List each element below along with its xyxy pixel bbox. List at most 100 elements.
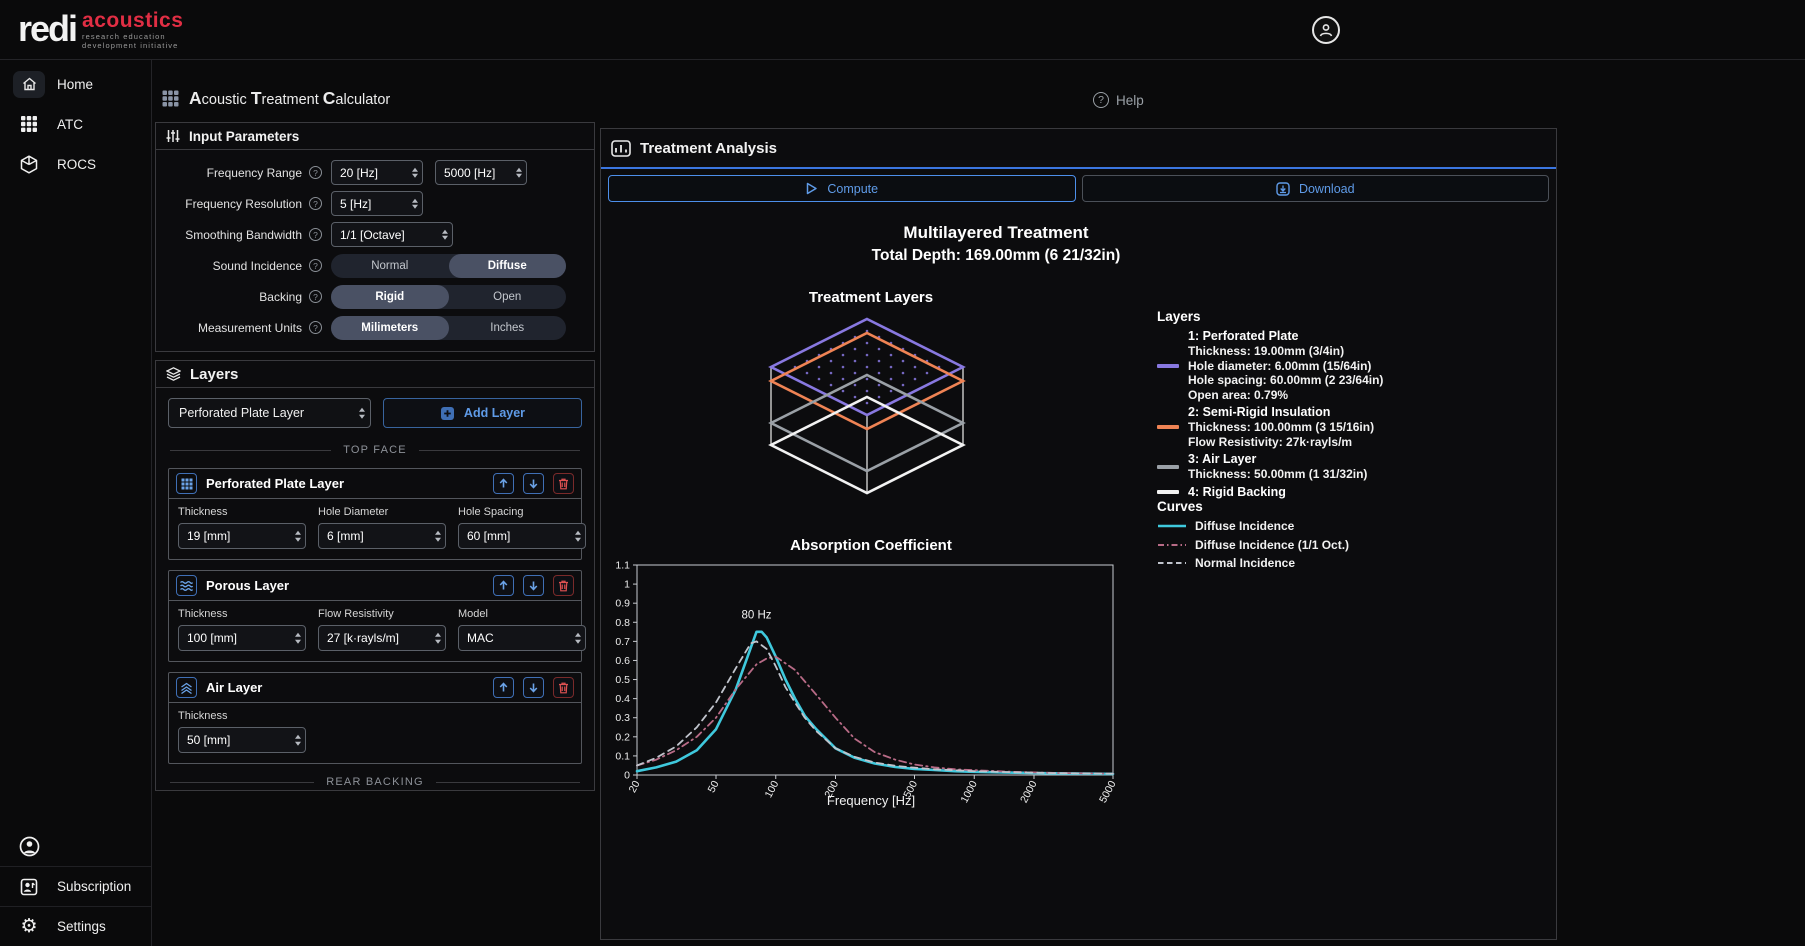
sidebar-item-home[interactable]: Home xyxy=(0,64,151,104)
thickness-input[interactable] xyxy=(178,727,306,753)
help-circle-icon[interactable]: ? xyxy=(309,228,322,241)
toggle-option-normal[interactable]: Normal xyxy=(331,254,449,278)
layer-card-perforated-plate: Perforated Plate Layer Thickness Hole Di… xyxy=(168,468,582,560)
sidebar-item-label: Subscription xyxy=(57,879,131,894)
svg-text:0.6: 0.6 xyxy=(615,655,630,667)
layer-color-swatch xyxy=(1157,425,1179,429)
layer-type-select[interactable]: Perforated Plate Layer xyxy=(168,398,371,428)
toggle-option-inches[interactable]: Inches xyxy=(449,316,567,340)
delete-layer-button[interactable] xyxy=(553,677,574,698)
compute-button[interactable]: Compute xyxy=(608,175,1076,202)
thickness-input[interactable] xyxy=(178,625,306,651)
field-label: Model xyxy=(458,608,586,620)
user-icon xyxy=(1318,22,1334,38)
frequency-max-input[interactable] xyxy=(435,160,527,185)
flow-resistivity-value[interactable] xyxy=(318,625,446,651)
add-layer-button[interactable]: Add Layer xyxy=(383,398,582,428)
treatment-analysis-panel: Treatment Analysis Compute Download Mult… xyxy=(600,128,1557,940)
help-circle-icon[interactable]: ? xyxy=(309,197,322,210)
hole-diameter-input[interactable] xyxy=(318,523,446,549)
model-select[interactable] xyxy=(458,625,586,651)
select-chevrons-icon[interactable] xyxy=(575,633,581,644)
sidebar-item-subscription[interactable]: Subscription xyxy=(0,866,151,906)
stepper-arrows[interactable] xyxy=(295,735,301,746)
redi-acoustics-logo[interactable]: redi acoustics research education develo… xyxy=(18,8,183,50)
smoothing-bandwidth-value[interactable] xyxy=(331,222,453,247)
move-layer-down-button[interactable] xyxy=(523,677,544,698)
move-layer-up-button[interactable] xyxy=(493,575,514,596)
home-icon xyxy=(13,71,45,98)
toggle-option-milimeters[interactable]: Milimeters xyxy=(331,316,449,340)
move-layer-down-button[interactable] xyxy=(523,575,544,596)
layer-color-swatch xyxy=(1157,490,1179,494)
thickness-input[interactable] xyxy=(178,523,306,549)
model-field: Model xyxy=(458,608,586,651)
frequency-max-value[interactable] xyxy=(435,160,527,185)
move-layer-up-button[interactable] xyxy=(493,473,514,494)
toggle-option-open[interactable]: Open xyxy=(449,285,567,309)
help-circle-icon[interactable]: ? xyxy=(309,166,322,179)
curve-swatch-solid xyxy=(1157,522,1187,530)
frequency-resolution-value[interactable] xyxy=(331,191,423,216)
select-chevrons-icon[interactable] xyxy=(442,229,448,240)
select-chevrons-icon xyxy=(359,408,365,419)
sidebar-item-label: ROCS xyxy=(57,157,96,172)
svg-text:0.1: 0.1 xyxy=(615,750,630,762)
hole-spacing-value[interactable] xyxy=(458,523,586,549)
help-circle-icon[interactable]: ? xyxy=(309,290,322,303)
help-circle-icon[interactable]: ? xyxy=(309,321,322,334)
sound-incidence-toggle[interactable]: Normal Diffuse xyxy=(331,254,566,278)
chart-x-axis-label: Frequency [Hz] xyxy=(601,793,1141,808)
page-title-text: Acoustic Treatment Calculator xyxy=(189,88,390,109)
stepper-arrows[interactable] xyxy=(435,633,441,644)
toggle-option-rigid[interactable]: Rigid xyxy=(331,285,449,309)
sidebar-item-rocs[interactable]: ROCS xyxy=(0,144,151,184)
field-label: Thickness xyxy=(178,506,306,518)
flow-resistivity-input[interactable] xyxy=(318,625,446,651)
legend-entry: 3: Air Layer Thickness: 50.00mm (1 31/32… xyxy=(1157,452,1487,482)
measurement-units-label: Measurement Units xyxy=(156,321,302,335)
stepper-arrows[interactable] xyxy=(435,531,441,542)
smoothing-bandwidth-select[interactable] xyxy=(331,222,453,247)
model-select-value[interactable] xyxy=(458,625,586,651)
treatment-analysis-header: Treatment Analysis xyxy=(601,129,1556,169)
move-layer-down-button[interactable] xyxy=(523,473,544,494)
delete-layer-button[interactable] xyxy=(553,473,574,494)
stepper-arrows[interactable] xyxy=(295,633,301,644)
thickness-value[interactable] xyxy=(178,727,306,753)
user-avatar-button[interactable] xyxy=(1312,16,1340,44)
thickness-field: Thickness xyxy=(178,506,306,549)
curve-legend-entry: Normal Incidence xyxy=(1157,556,1487,570)
stepper-arrows[interactable] xyxy=(412,198,418,209)
layer-card-title: Air Layer xyxy=(206,680,484,695)
sidebar-item-atc[interactable]: ATC xyxy=(0,104,151,144)
stepper-arrows[interactable] xyxy=(516,167,522,178)
toggle-option-diffuse[interactable]: Diffuse xyxy=(449,254,567,278)
frequency-min-value[interactable] xyxy=(331,160,423,185)
frequency-min-input[interactable] xyxy=(331,160,423,185)
help-circle-icon[interactable]: ? xyxy=(309,259,322,272)
svg-text:80 Hz: 80 Hz xyxy=(741,610,771,622)
sidebar-item-settings[interactable]: ⚙ Settings xyxy=(0,906,151,946)
stepper-arrows[interactable] xyxy=(575,531,581,542)
backing-toggle[interactable]: Rigid Open xyxy=(331,285,566,309)
hole-diameter-value[interactable] xyxy=(318,523,446,549)
sidebar-item-profile[interactable] xyxy=(0,826,151,866)
porous-waves-icon xyxy=(176,575,197,596)
help-button[interactable]: ? Help xyxy=(1093,92,1144,108)
download-button[interactable]: Download xyxy=(1082,175,1550,202)
move-layer-up-button[interactable] xyxy=(493,677,514,698)
layer-card-air: Air Layer Thickness xyxy=(168,672,582,764)
help-icon: ? xyxy=(1093,92,1109,108)
delete-layer-button[interactable] xyxy=(553,575,574,596)
stepper-arrows[interactable] xyxy=(412,167,418,178)
layers-legend: Layers 1: Perforated Plate Thickness: 19… xyxy=(1157,309,1487,503)
field-label: Thickness xyxy=(178,608,306,620)
frequency-resolution-input[interactable] xyxy=(331,191,423,216)
measurement-units-toggle[interactable]: Milimeters Inches xyxy=(331,316,566,340)
hole-spacing-input[interactable] xyxy=(458,523,586,549)
stepper-arrows[interactable] xyxy=(295,531,301,542)
sidebar: Home ATC ROCS Subscription xyxy=(0,60,152,946)
thickness-value[interactable] xyxy=(178,625,306,651)
thickness-value[interactable] xyxy=(178,523,306,549)
